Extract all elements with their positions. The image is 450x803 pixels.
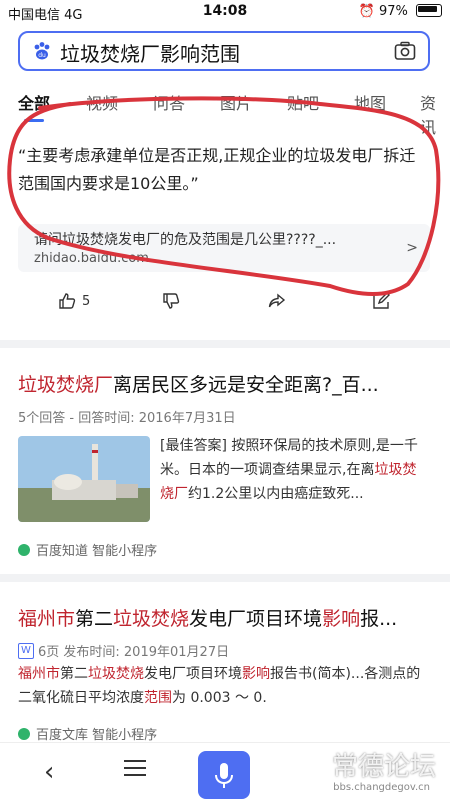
result-2-source-text: 百度文库 智能小程序 (36, 728, 158, 743)
result-1-title-rest: 离居民区多远是安全距离?_百... (113, 374, 379, 396)
tab-tieba[interactable]: 贴吧 (287, 90, 319, 114)
result-2-snippet-part: 影响 (242, 666, 270, 682)
result-2-meta: W 6页 发布时间: 2019年01月27日 (18, 641, 229, 660)
result-2-snippet-part: 发电厂项目环境 (144, 666, 242, 682)
search-box[interactable]: du 垃圾焚烧厂影响范围 (18, 31, 430, 71)
like-count: 5 (82, 293, 91, 309)
svg-text:du: du (38, 52, 46, 59)
menu-icon[interactable] (124, 757, 146, 777)
result-1-source-text: 百度知道 智能小程序 (36, 544, 158, 559)
result-1-thumbnail[interactable] (18, 436, 150, 522)
chevron-right-icon: > (406, 240, 418, 256)
result-1-title-highlight: 垃圾焚烧厂 (18, 374, 114, 396)
result-2-title-part: 发电厂项目环境 (189, 608, 323, 630)
result-2-snippet-part: 第二 (60, 666, 88, 682)
featured-answer-quote: “主要考虑承建单位是否正规,正规企业的垃圾发电厂拆迁范围国内要求是10公里。” (18, 146, 416, 193)
result-2-snippet-part: 福州市 (18, 666, 60, 682)
camera-icon[interactable] (394, 41, 416, 61)
thumbs-up-icon (59, 293, 76, 309)
dislike-button[interactable] (162, 292, 180, 310)
like-button[interactable]: 5 (58, 292, 90, 310)
related-question-link[interactable]: 请问垃圾焚烧发电厂的危及范围是几公里????_... zhidao.baidu.… (18, 224, 430, 272)
baidu-zhidao-icon (18, 543, 30, 556)
incinerator-photo-image (18, 436, 150, 522)
baidu-wenku-icon (18, 727, 30, 740)
result-2-title[interactable]: 福州市第二垃圾焚烧发电厂项目环境影响报... (18, 604, 397, 631)
thumbs-down-icon (163, 293, 180, 309)
status-bar: 中国电信 4G 14:08 ⏰ 97% (0, 0, 450, 24)
result-2-snippet: 福州市第二垃圾焚烧发电厂项目环境影响报告书(简本)...各测点的二氧化硫日平均浓… (18, 662, 432, 710)
back-icon[interactable]: ‹ (44, 757, 54, 787)
voice-search-button[interactable] (198, 751, 250, 799)
baidu-paw-icon: du (34, 42, 50, 60)
tab-all[interactable]: 全部 (18, 90, 50, 122)
tab-qa[interactable]: 问答 (153, 90, 185, 114)
edit-button[interactable] (372, 292, 390, 310)
result-2-source[interactable]: 百度文库 智能小程序 (18, 724, 157, 743)
search-tabs: 全部 视频 问答 图片 贴吧 地图 资讯 (0, 86, 450, 137)
answer-actions: 5 (0, 292, 450, 322)
tab-images[interactable]: 图片 (220, 90, 252, 114)
divider (0, 340, 450, 348)
result-2-title-part: 影响 (322, 608, 361, 630)
result-1-snippet-b: 约1.2公里以内由癌症致死... (188, 486, 364, 502)
result-2-snippet-part: 垃圾焚烧 (88, 666, 144, 682)
alarm-icon: ⏰ (358, 4, 375, 19)
word-doc-icon: W (18, 642, 34, 659)
forum-watermark: 常德论坛 (331, 752, 436, 782)
result-2-snippet-part: 为 0.003 ～ 0. (172, 690, 267, 706)
result-1-meta: 5个回答 - 回答时间: 2016年7月31日 (18, 411, 236, 426)
related-question-title: 请问垃圾焚烧发电厂的危及范围是几公里????_... (34, 232, 337, 248)
result-2-snippet-part: 范围 (144, 690, 172, 706)
related-question-url: zhidao.baidu.com (34, 251, 149, 266)
edit-icon (373, 292, 390, 309)
result-2-title-part: 垃圾焚烧 (113, 608, 190, 630)
share-button[interactable] (268, 292, 286, 310)
tab-video[interactable]: 视频 (86, 90, 118, 114)
share-icon (268, 293, 286, 308)
forum-watermark-url: bbs.changdegov.cn (333, 782, 430, 793)
result-1-snippet: [最佳答案] 按照环保局的技术原则,是一千米。日本的一项调查结果显示,在离垃圾焚… (160, 434, 420, 506)
divider (0, 574, 450, 582)
battery-status: ⏰ 97% (359, 4, 442, 19)
tab-map[interactable]: 地图 (354, 90, 386, 114)
result-2-meta-text: 6页 发布时间: 2019年01月27日 (38, 645, 230, 660)
search-input[interactable]: 垃圾焚烧厂影响范围 (60, 38, 240, 67)
microphone-icon (215, 763, 233, 788)
result-2-title-part: 福州市 (18, 608, 76, 630)
battery-percent: 97% (378, 4, 408, 19)
tab-news[interactable]: 资讯 (420, 90, 450, 138)
result-1-title[interactable]: 垃圾焚烧厂离居民区多远是安全距离?_百... (18, 370, 379, 397)
result-2-title-part: 第二 (75, 608, 114, 630)
result-1-source[interactable]: 百度知道 智能小程序 (18, 540, 157, 559)
result-2-title-part: 报... (360, 608, 398, 630)
battery-icon (416, 4, 442, 17)
